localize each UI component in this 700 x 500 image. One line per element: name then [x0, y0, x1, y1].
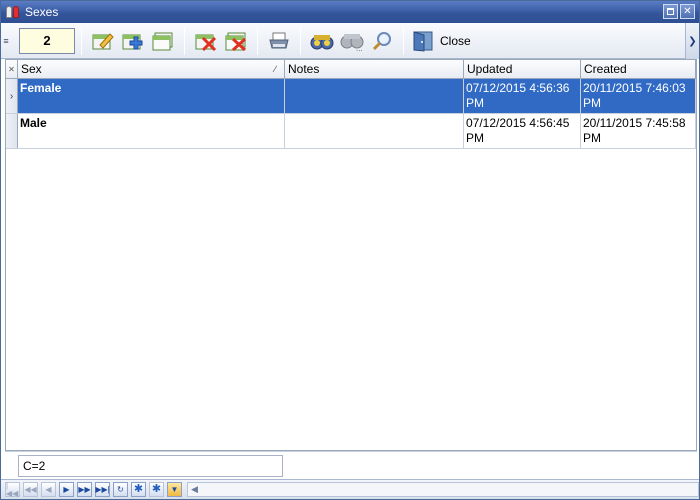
next-page-button[interactable]: ▶▶	[77, 482, 92, 497]
first-page-button[interactable]: |◀◀	[5, 480, 20, 498]
toolbar-separator	[81, 26, 82, 55]
delete-all-icon	[225, 32, 247, 51]
print-icon	[269, 32, 289, 48]
cell-updated[interactable]: 07/12/2015 4:56:36 PM	[464, 79, 581, 113]
svg-text:...: ...	[356, 45, 363, 51]
edit-record-icon	[92, 32, 114, 49]
add-record-button[interactable]	[120, 28, 146, 54]
grid-header: ✕ Sex ∕ Notes Updated Created	[6, 60, 696, 79]
first-page-icon: |◀◀	[6, 480, 19, 498]
append-record-button[interactable]: ✱	[149, 482, 164, 497]
title-bar[interactable]: Sexes ✕	[1, 1, 699, 23]
prev-page-icon: ◀◀	[24, 484, 37, 494]
insert-record-button[interactable]: ✱	[131, 482, 146, 497]
cell-updated[interactable]: 07/12/2015 4:56:45 PM	[464, 114, 581, 148]
table-row[interactable]: Male 07/12/2015 4:56:45 PM 20/11/2015 7:…	[6, 114, 696, 149]
cell-notes[interactable]	[285, 114, 464, 148]
next-record-button[interactable]: ▶	[59, 482, 74, 497]
asterisk-icon: ✱	[151, 483, 162, 495]
record-number-field[interactable]: 2	[19, 27, 75, 54]
row-indicator[interactable]: ›	[6, 79, 18, 113]
find-next-button[interactable]: ...	[339, 28, 365, 54]
close-label: Close	[440, 33, 471, 48]
toolbar: ≡ 2 ... Close ❯	[1, 23, 699, 59]
close-icon: ✕	[683, 5, 692, 17]
column-header-updated[interactable]: Updated	[464, 60, 581, 78]
close-button[interactable]: Close	[412, 28, 471, 54]
data-grid: ✕ Sex ∕ Notes Updated Created › Female 0…	[5, 59, 697, 451]
edit-record-button[interactable]	[90, 28, 116, 54]
app-window: Sexes ✕ ≡ 2 ... Close ❯ ✕ Sex ∕ Notes Up…	[0, 0, 700, 500]
column-header-notes[interactable]: Notes	[285, 60, 464, 78]
grid-footer: C=2	[5, 451, 697, 479]
cell-created[interactable]: 20/11/2015 7:45:58 PM	[581, 114, 696, 148]
last-page-button[interactable]: ▶▶|	[95, 482, 110, 497]
search-button[interactable]	[369, 28, 395, 54]
prev-record-icon: ◀	[45, 484, 52, 494]
toolbar-separator	[403, 26, 404, 55]
cell-sex[interactable]: Female	[18, 79, 285, 113]
next-page-icon: ▶▶	[78, 484, 91, 494]
table-row[interactable]: › Female 07/12/2015 4:56:36 PM 20/11/201…	[6, 79, 696, 114]
delete-all-button[interactable]	[223, 28, 249, 54]
toolbar-separator	[184, 26, 185, 55]
toolbar-separator	[300, 26, 301, 55]
refresh-button[interactable]: ↻	[113, 482, 128, 497]
column-header-created[interactable]: Created	[581, 60, 696, 78]
asterisk-icon: ✱	[133, 483, 144, 495]
cell-notes[interactable]	[285, 79, 464, 113]
row-indicator[interactable]	[6, 114, 18, 148]
app-icon	[5, 4, 21, 20]
prev-record-button[interactable]: ◀	[41, 482, 56, 497]
sort-ascending-icon: ∕	[274, 64, 276, 74]
refresh-icon: ↻	[117, 484, 124, 494]
filter-button[interactable]: ▼	[167, 482, 182, 497]
next-record-icon: ▶	[63, 484, 70, 494]
toolbar-overflow-button[interactable]: ❯	[685, 23, 699, 59]
column-header-sex[interactable]: Sex ∕	[18, 60, 285, 78]
cell-sex[interactable]: Male	[18, 114, 285, 148]
find-button[interactable]	[309, 28, 335, 54]
toolbar-separator	[257, 26, 258, 55]
add-copy-button[interactable]	[150, 28, 176, 54]
cell-created[interactable]: 20/11/2015 7:46:03 PM	[581, 79, 696, 113]
last-page-icon: ▶▶|	[95, 484, 110, 494]
current-row-icon: ›	[9, 90, 14, 102]
record-count: C=2	[18, 455, 283, 477]
scroll-left-icon: ◀	[191, 484, 198, 494]
delete-record-icon	[195, 34, 217, 51]
maximize-button[interactable]	[663, 4, 678, 19]
maximize-icon	[667, 8, 674, 15]
window-title: Sexes	[25, 5, 59, 19]
horizontal-scrollbar[interactable]: ◀	[187, 482, 699, 497]
filter-icon: ▼	[170, 484, 179, 494]
find-icon	[310, 34, 334, 49]
find-next-icon: ...	[340, 33, 364, 51]
add-record-icon	[122, 34, 143, 49]
prev-page-button[interactable]: ◀◀	[23, 482, 38, 497]
add-copy-icon	[152, 32, 173, 50]
delete-record-button[interactable]	[193, 28, 219, 54]
search-icon	[372, 31, 391, 50]
toolbar-grip[interactable]: ≡	[1, 23, 11, 59]
select-all-corner[interactable]: ✕	[6, 60, 18, 78]
chevron-right-icon: ❯	[688, 35, 697, 47]
navigator-bar: |◀◀ ◀◀ ◀ ▶ ▶▶ ▶▶| ↻ ✱ ✱ ▼ ◀	[1, 479, 699, 499]
print-button[interactable]	[266, 28, 292, 54]
close-window-button[interactable]: ✕	[680, 4, 695, 19]
door-icon	[413, 30, 433, 52]
